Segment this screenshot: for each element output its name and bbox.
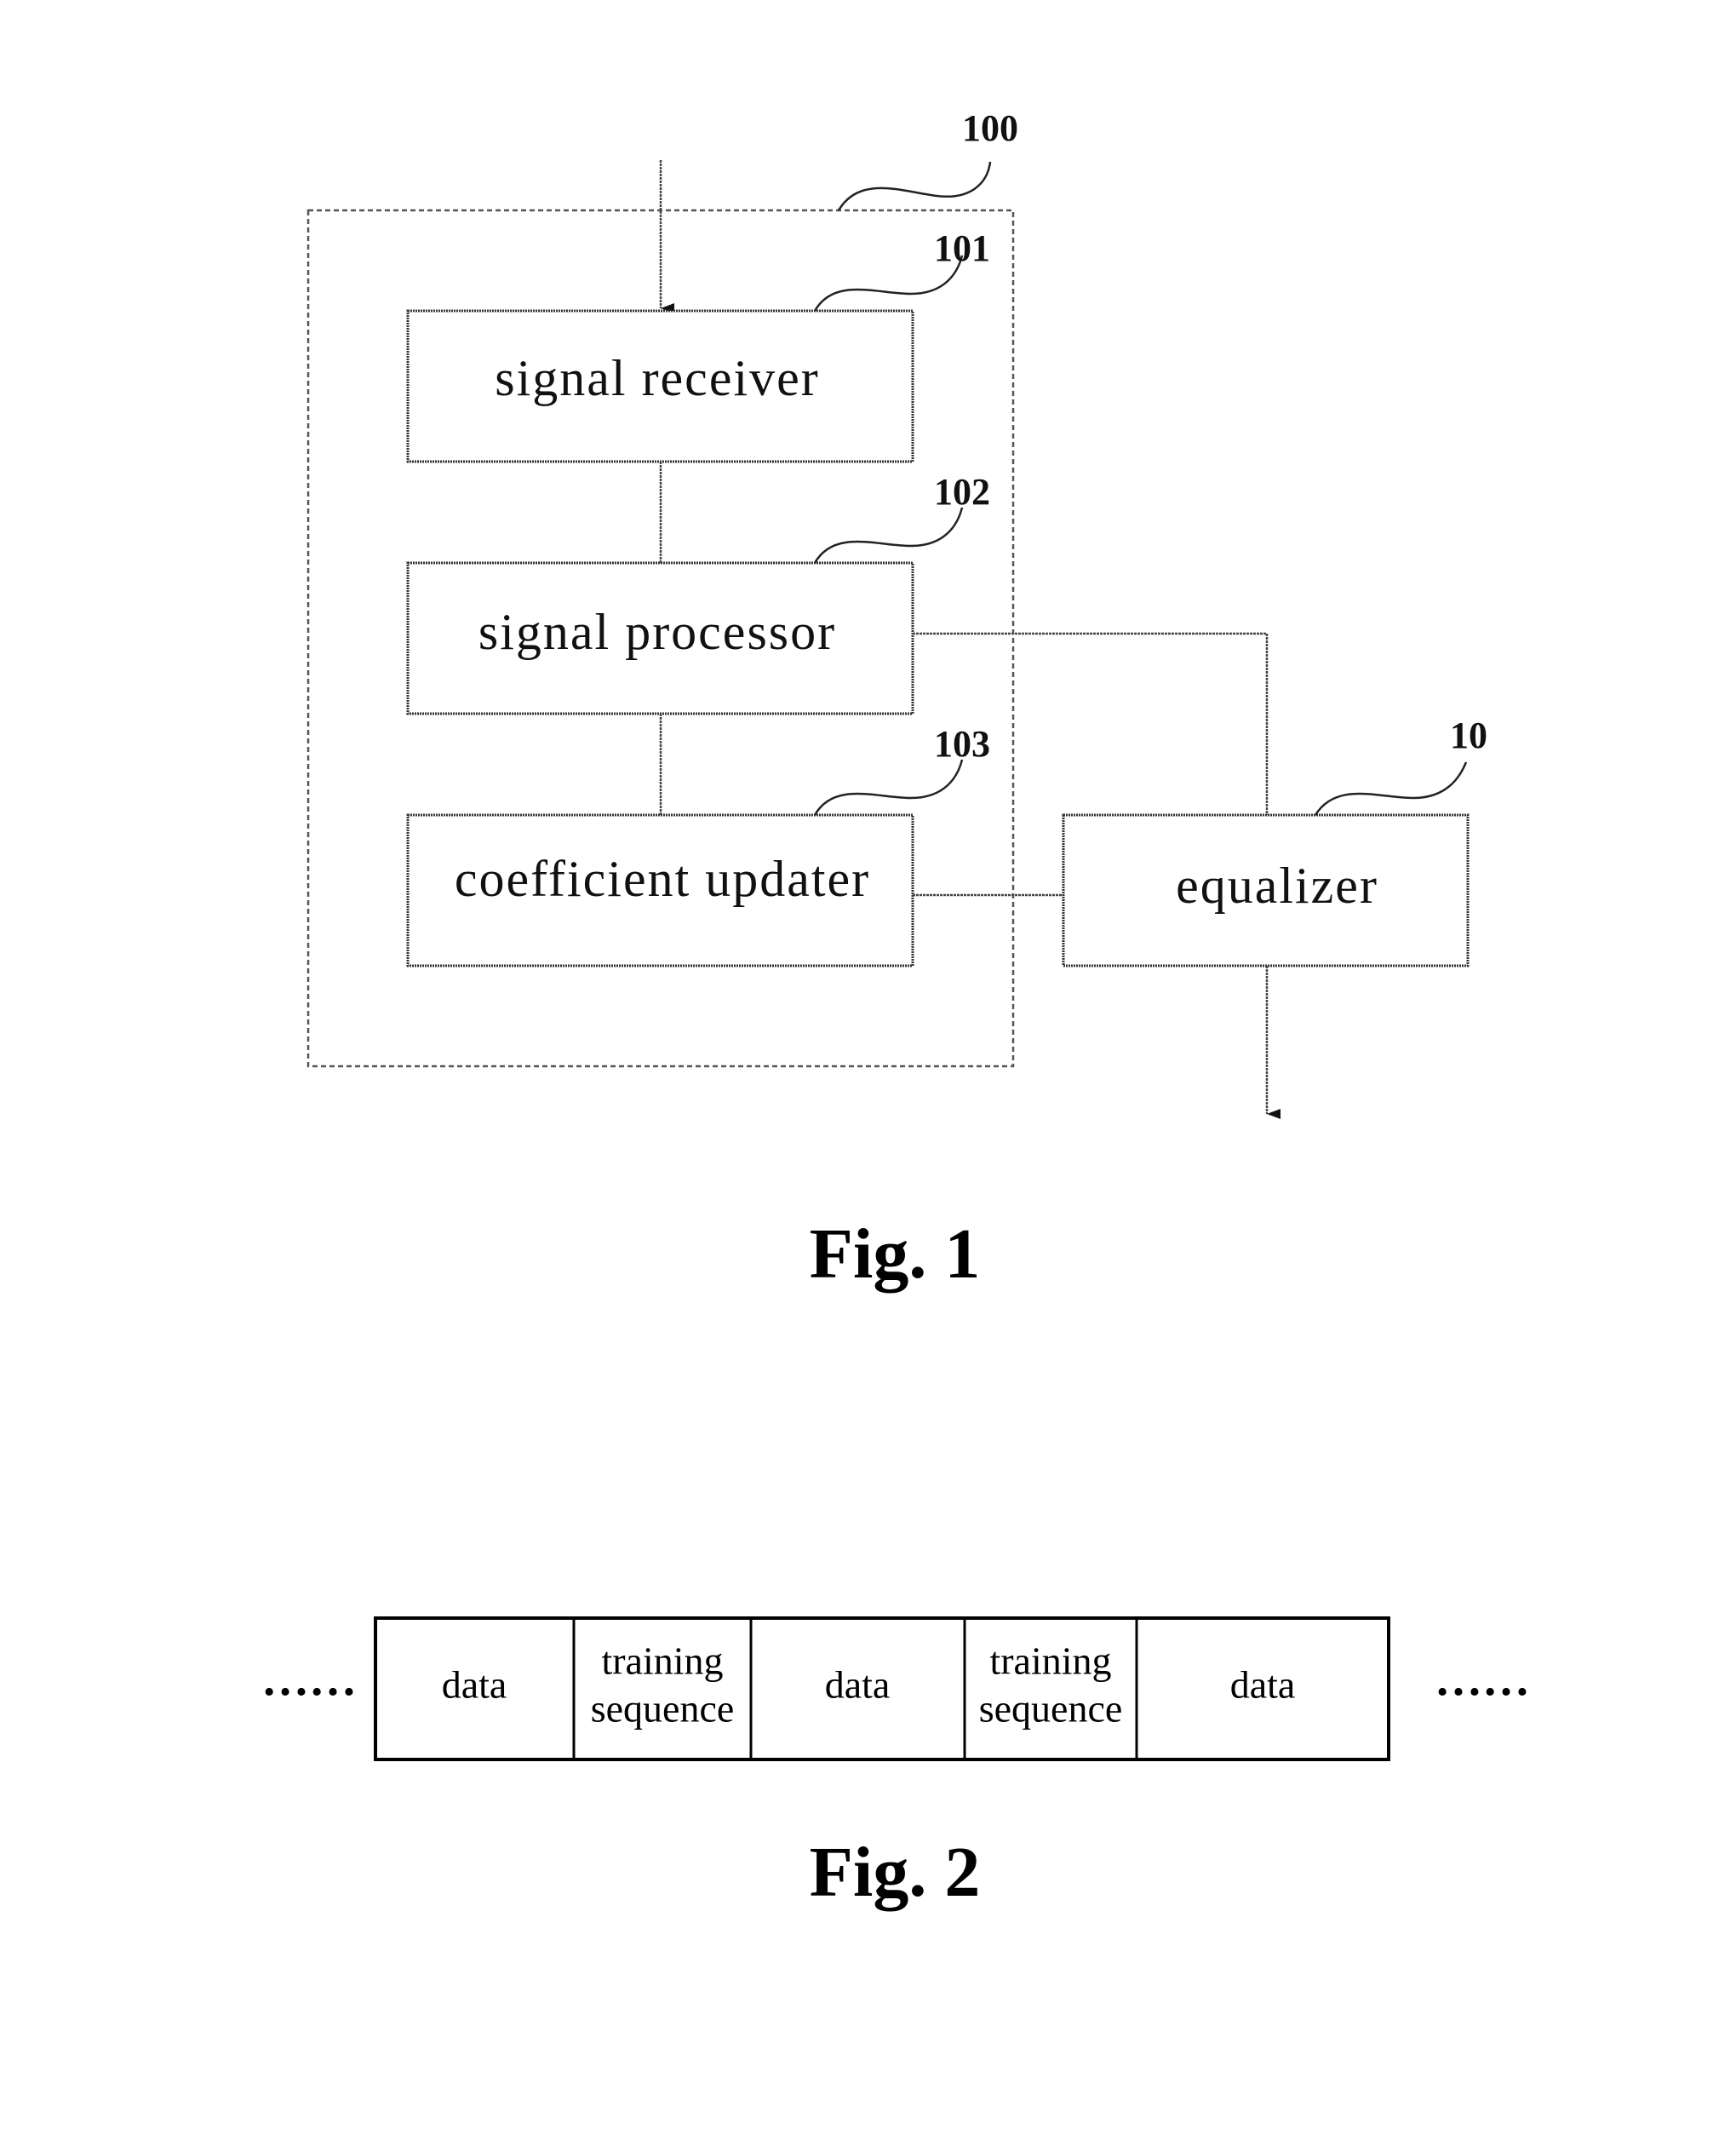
cell-5-text: data: [1230, 1663, 1296, 1707]
ref-label-102: 102: [934, 471, 990, 513]
patent-drawing: 100 signal receiver 101 signal processor…: [261, 107, 1530, 1912]
figure-2: …… data training sequence data training …: [261, 1616, 1530, 1912]
signal-processor-block: signal processor: [406, 561, 914, 715]
trailing-ellipsis: ……: [1435, 1653, 1530, 1706]
signal-processor-label: signal processor: [478, 604, 836, 660]
figure-2-caption: Fig. 2: [810, 1833, 981, 1912]
leader-line-102: [813, 507, 964, 564]
ref-label-101: 101: [934, 227, 990, 269]
leader-line-10: [1314, 761, 1468, 816]
ref-label-10: 10: [1450, 715, 1487, 756]
signal-receiver-block: signal receiver: [406, 309, 914, 463]
cell-3-text: data: [825, 1663, 891, 1707]
equalizer-block: equalizer: [1062, 813, 1470, 967]
coefficient-updater-block: coefficient updater: [406, 813, 914, 967]
frame-structure: data training sequence data training seq…: [374, 1616, 1390, 1761]
cell-2-text-line-2: sequence: [591, 1687, 735, 1731]
ref-label-100: 100: [962, 107, 1018, 149]
cell-1-text: data: [442, 1663, 507, 1707]
ref-label-103: 103: [934, 723, 990, 765]
cell-4-text-line-1: training: [989, 1639, 1111, 1683]
leader-line-100: [837, 161, 992, 211]
leader-line-103: [813, 759, 964, 816]
signal-receiver-label: signal receiver: [495, 350, 819, 406]
figure-1: 100 signal receiver 101 signal processor…: [307, 107, 1487, 1294]
figure-1-caption: Fig. 1: [810, 1214, 981, 1294]
coefficient-updater-label: coefficient updater: [455, 851, 870, 907]
cell-4-text-line-2: sequence: [979, 1687, 1123, 1731]
cell-2-text-line-1: training: [601, 1639, 723, 1683]
equalizer-label: equalizer: [1176, 858, 1378, 914]
leading-ellipsis: ……: [261, 1653, 357, 1706]
